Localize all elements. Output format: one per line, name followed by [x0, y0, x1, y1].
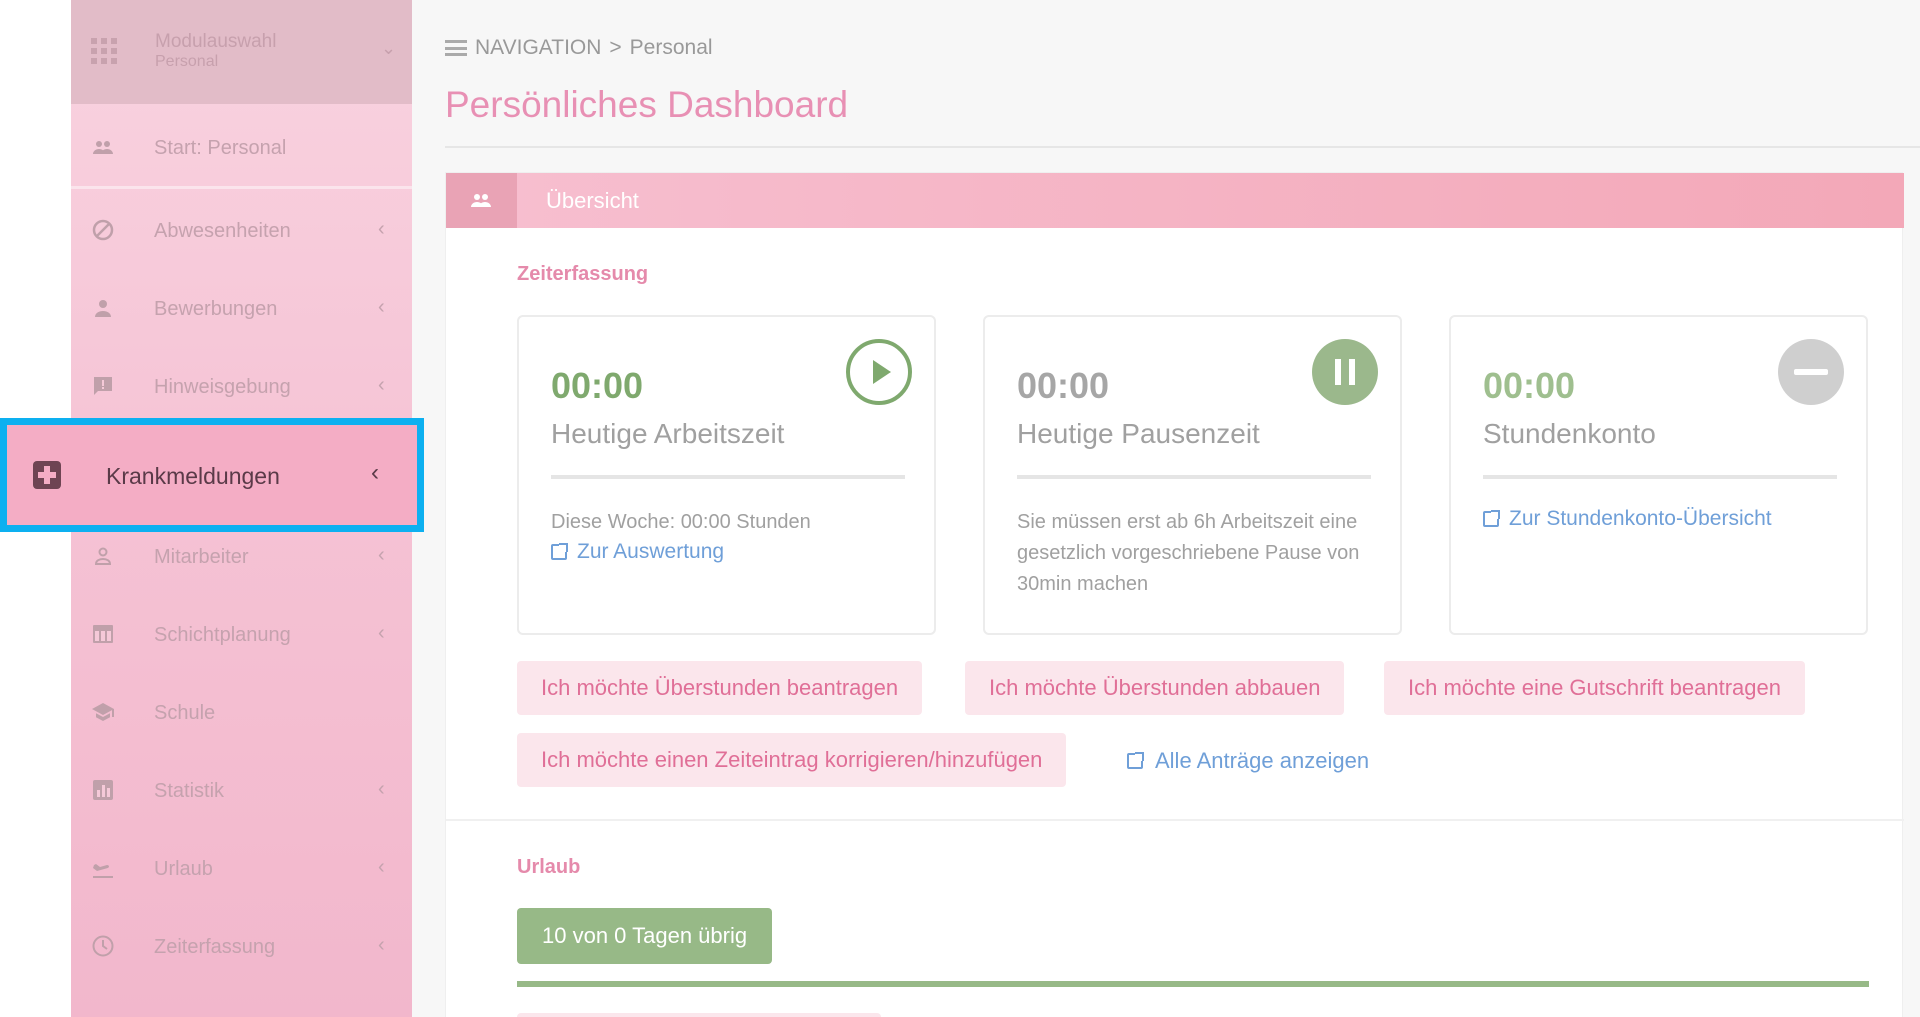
link-zur-stundenkonto-uebersicht[interactable]: Zur Stundenkonto-Übersicht [1483, 507, 1772, 531]
apps-grid-icon [91, 38, 117, 64]
chevron-left-icon: ‹ [378, 778, 385, 800]
tile-text: Diese Woche: 00:00 Stunden [551, 511, 811, 533]
external-link-icon [551, 543, 568, 560]
person-icon [95, 300, 111, 317]
section-title-urlaub: Urlaub [517, 856, 581, 878]
sidebar-item-label: Zeiterfassung [154, 936, 276, 958]
zeiteintrag-korrigieren-button[interactable]: Ich möchte einen Zeiteintrag korrigieren… [517, 733, 1067, 787]
sidebar-item-label: Bewerbungen [154, 298, 278, 320]
sidebar-item-label: Start: Personal [154, 137, 287, 159]
sidebar-item-schichtplanung[interactable]: Schichtplanung ‹ [71, 596, 412, 674]
link-label: Alle Anträge anzeigen [1155, 748, 1370, 773]
group-icon [93, 141, 113, 154]
tile-divider [1017, 475, 1371, 479]
sidebar-item-label: Hinweisgebung [154, 376, 291, 398]
urlaub-progress-bar [517, 981, 1869, 987]
sidebar-item-label: Schule [154, 702, 216, 724]
urlaub-action-button[interactable] [517, 1013, 881, 1017]
pause-icon[interactable] [1312, 339, 1378, 405]
medical-cross-icon [33, 461, 61, 489]
menu-icon[interactable] [445, 40, 467, 56]
school-icon [92, 703, 114, 721]
sidebar-item-krankmeldungen[interactable]: Krankmeldungen ‹ [0, 418, 424, 532]
module-label: Modulauswahl [155, 31, 277, 52]
chevron-left-icon: ‹ [378, 622, 385, 644]
play-icon[interactable] [846, 339, 912, 405]
tile-divider [551, 475, 905, 479]
chevron-left-icon: ‹ [378, 374, 385, 396]
sidebar-item-label: Schichtplanung [154, 624, 291, 646]
sidebar-item-bewerbungen[interactable]: Bewerbungen ‹ [71, 270, 412, 348]
main-content: NAVIGATION > Personal Persönliches Dashb… [412, 0, 1920, 1017]
tile-value: 00:00 [1483, 365, 1576, 406]
chevron-left-icon: ‹ [378, 934, 385, 956]
chevron-left-icon: ‹ [371, 459, 379, 486]
sidebar-divider [71, 186, 412, 189]
gutschrift-beantragen-button[interactable]: Ich möchte eine Gutschrift beantragen [1384, 661, 1805, 715]
external-link-icon [1483, 510, 1500, 527]
sidebar-item-start-personal[interactable]: Start: Personal [71, 109, 412, 187]
breadcrumb-current: Personal [629, 36, 713, 59]
clock-icon [92, 935, 114, 957]
overview-card: Übersicht Zeiterfassung 00:00 Heutige Ar… [445, 172, 1904, 1017]
chevron-left-icon: ‹ [378, 544, 385, 566]
chevron-left-icon: ‹ [378, 296, 385, 318]
sidebar-item-statistik[interactable]: Statistik ‹ [71, 752, 412, 830]
external-link-icon [1127, 752, 1144, 769]
tile-caption: Stundenkonto [1483, 418, 1656, 449]
card-header: Übersicht [446, 173, 1904, 228]
ueberstunden-abbauen-button[interactable]: Ich möchte Überstunden abbauen [965, 661, 1345, 715]
module-sublabel: Personal [155, 53, 219, 70]
section-title-zeiterfassung: Zeiterfassung [517, 263, 649, 285]
tile-pausenzeit: 00:00 Heutige Pausenzeit Sie müssen erst… [983, 315, 1402, 635]
module-selector[interactable]: Modulauswahl Personal ⌄ [71, 0, 412, 104]
chart-icon [93, 780, 113, 800]
block-icon [92, 219, 114, 241]
tile-stundenkonto: 00:00 Stundenkonto Zur Stundenkonto-Über… [1449, 315, 1868, 635]
tile-caption: Heutige Pausenzeit [1017, 418, 1260, 449]
section-divider [446, 819, 1904, 821]
feedback-icon [94, 377, 112, 395]
sidebar-item-urlaub[interactable]: Urlaub ‹ [71, 830, 412, 908]
chevron-left-icon: ‹ [378, 218, 385, 240]
sidebar-item-hinweisgebung[interactable]: Hinweisgebung ‹ [71, 348, 412, 426]
group-icon [471, 194, 491, 207]
breadcrumb: NAVIGATION > Personal [445, 36, 713, 60]
card-header-icon-box [446, 173, 517, 228]
chevron-left-icon: ‹ [378, 856, 385, 878]
sidebar-item-label: Mitarbeiter [154, 546, 249, 568]
calendar-icon [93, 625, 113, 643]
tile-value: 00:00 [1017, 365, 1110, 406]
sidebar-item-schule[interactable]: Schule [71, 674, 412, 752]
minus-icon[interactable] [1778, 339, 1844, 405]
breadcrumb-root[interactable]: NAVIGATION [475, 36, 601, 60]
tile-caption: Heutige Arbeitszeit [551, 418, 785, 449]
link-label: Zur Auswertung [577, 540, 725, 563]
chevron-down-icon: ⌄ [381, 38, 397, 58]
alle-antraege-link[interactable]: Alle Anträge anzeigen [1127, 748, 1369, 774]
card-header-title: Übersicht [546, 188, 639, 213]
tile-value: 00:00 [551, 365, 644, 406]
tile-divider [1483, 475, 1837, 479]
sidebar-item-label: Statistik [154, 780, 225, 802]
ueberstunden-beantragen-button[interactable]: Ich möchte Überstunden beantragen [517, 661, 923, 715]
link-label: Zur Stundenkonto-Übersicht [1509, 507, 1772, 530]
sidebar-item-abwesenheiten[interactable]: Abwesenheiten ‹ [71, 192, 412, 270]
page-title: Persönliches Dashboard [445, 84, 849, 125]
person-outline-icon [94, 547, 112, 565]
breadcrumb-separator: > [609, 36, 622, 59]
sidebar-item-label: Krankmeldungen [106, 463, 280, 489]
sidebar-item-zeiterfassung[interactable]: Zeiterfassung ‹ [71, 908, 412, 986]
link-zur-auswertung[interactable]: Zur Auswertung [551, 540, 724, 564]
urlaub-remaining-badge: 10 von 0 Tagen übrig [517, 908, 773, 964]
tile-text: Sie müssen erst ab 6h Arbeitszeit eine g… [1017, 511, 1360, 595]
sidebar-item-label: Urlaub [154, 858, 213, 880]
title-divider [445, 146, 1920, 148]
flight-icon [93, 864, 113, 878]
sidebar-item-label: Abwesenheiten [154, 220, 291, 242]
tile-arbeitszeit: 00:00 Heutige Arbeitszeit Diese Woche: 0… [517, 315, 936, 635]
app-root: Modulauswahl Personal ⌄ Start: Personal … [0, 0, 1920, 1017]
